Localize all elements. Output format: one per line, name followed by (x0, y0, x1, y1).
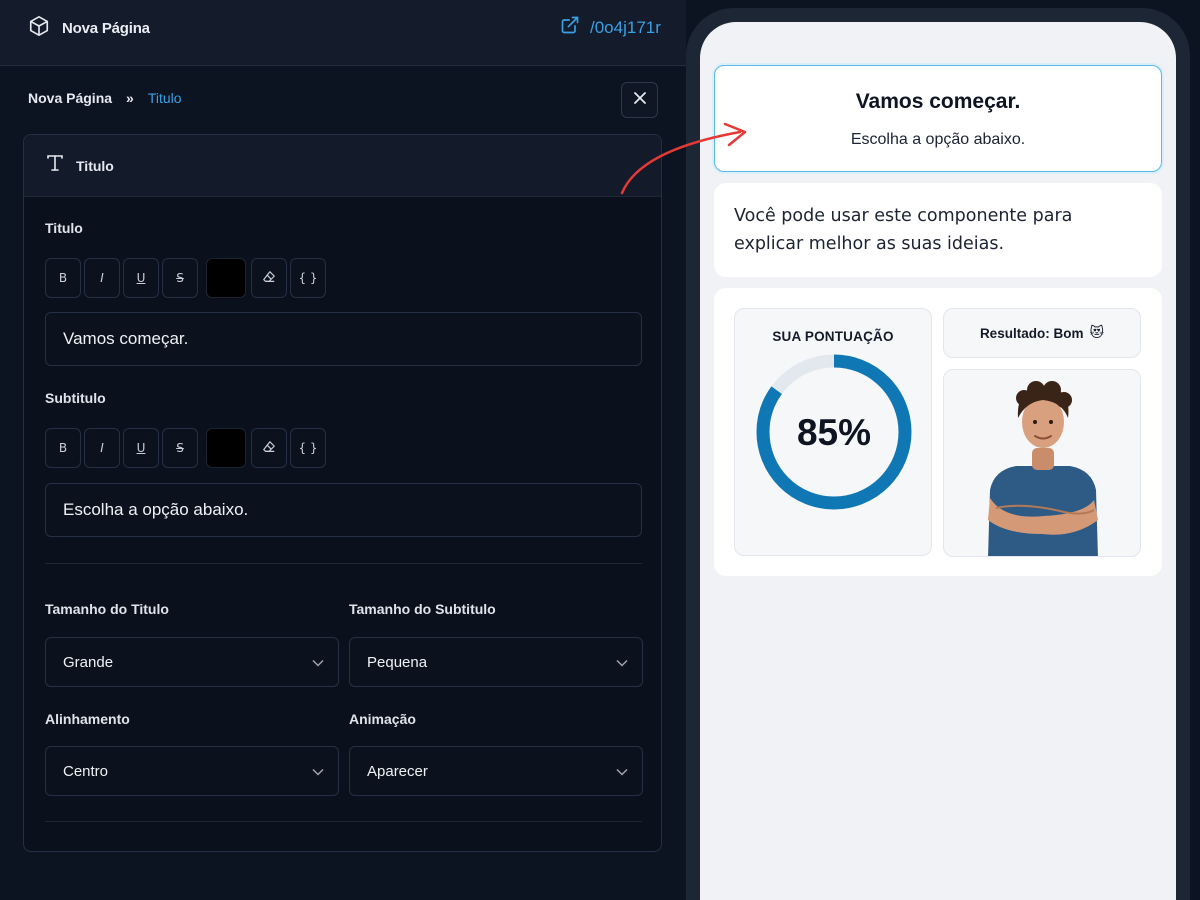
strikethrough-button[interactable]: S (162, 258, 198, 298)
top-bar: Nova Página /0o4j171r (0, 0, 686, 66)
clear-format-button[interactable] (251, 428, 287, 468)
public-link-text[interactable]: /0o4j171r (590, 18, 661, 38)
result-text: Resultado: Bom (979, 325, 1084, 341)
breadcrumb: Nova Página » Titulo (28, 90, 182, 106)
panel-header: Titulo (24, 135, 661, 197)
breadcrumb-current: Titulo (147, 90, 182, 106)
person-image (943, 369, 1141, 557)
title-size-select[interactable]: Grande (45, 637, 339, 687)
cat-heart-eyes-icon: 😻 (1089, 325, 1105, 341)
chevron-down-icon (616, 763, 628, 780)
close-button[interactable] (621, 82, 658, 118)
breadcrumb-root[interactable]: Nova Página (28, 90, 112, 106)
subtitle-field-label: Subtitulo (45, 390, 106, 406)
strikethrough-button[interactable]: S (162, 428, 198, 468)
preview-title-card[interactable]: Vamos começar. Escolha a opção abaixo. (714, 65, 1162, 172)
alignment-value: Centro (63, 762, 109, 780)
phone-preview: Vamos começar. Escolha a opção abaixo. V… (700, 22, 1176, 900)
section-divider (45, 563, 642, 564)
score-value: 85% (797, 412, 871, 453)
subtitle-size-value: Pequena (367, 653, 428, 671)
score-label: SUA PONTUAÇÃO (772, 329, 894, 344)
bold-button[interactable]: B (45, 428, 81, 468)
alignment-select[interactable]: Centro (45, 746, 339, 796)
chevron-down-icon (312, 654, 324, 671)
breadcrumb-separator: » (126, 90, 134, 106)
subtitle-color-picker[interactable] (206, 428, 246, 468)
panel-header-title: Titulo (76, 157, 114, 174)
score-gauge: 85% (756, 354, 912, 510)
subtitle-size-select[interactable]: Pequena (349, 637, 643, 687)
editor-panel: Titulo Titulo B I U S { } Vamos começar.… (23, 134, 662, 852)
title-input[interactable]: Vamos começar. (45, 312, 642, 366)
close-icon (633, 91, 647, 110)
underline-button[interactable]: U (123, 428, 159, 468)
page-brand: Nova Página (28, 15, 150, 42)
animation-label: Animação (349, 711, 416, 727)
alignment-label: Alinhamento (45, 711, 130, 727)
public-link[interactable]: /0o4j171r (560, 15, 661, 40)
animation-value: Aparecer (367, 762, 428, 780)
text-type-icon (46, 154, 64, 177)
bold-button[interactable]: B (45, 258, 81, 298)
section-divider (45, 821, 642, 822)
title-field-label: Titulo (45, 220, 83, 236)
person-illustration (988, 381, 1098, 556)
title-size-value: Grande (63, 653, 114, 671)
page-name: Nova Página (62, 20, 150, 37)
title-color-picker[interactable] (206, 258, 246, 298)
title-format-toolbar: B I U S { } (45, 258, 326, 298)
variable-button[interactable]: { } (290, 428, 326, 468)
cube-icon (28, 15, 50, 42)
preview-title: Vamos começar. (855, 90, 1021, 113)
italic-button[interactable]: I (84, 258, 120, 298)
eraser-icon (262, 270, 276, 287)
title-size-label: Tamanho do Titulo (45, 601, 169, 617)
underline-button[interactable]: U (123, 258, 159, 298)
subtitle-size-label: Tamanho do Subtitulo (349, 601, 496, 617)
preview-text: Você pode usar este componente para expl… (734, 206, 1073, 254)
external-link-icon (560, 15, 580, 40)
variable-button[interactable]: { } (290, 258, 326, 298)
preview-text-card[interactable]: Você pode usar este componente para expl… (714, 183, 1162, 277)
chevron-down-icon (312, 763, 324, 780)
preview-score-card[interactable]: SUA PONTUAÇÃO 85% Resultado: Bom 😻 (714, 288, 1162, 576)
preview-subtitle: Escolha a opção abaixo. (850, 131, 1026, 148)
result-box: Resultado: Bom 😻 (943, 308, 1141, 358)
italic-button[interactable]: I (84, 428, 120, 468)
animation-select[interactable]: Aparecer (349, 746, 643, 796)
score-box: SUA PONTUAÇÃO 85% (734, 308, 932, 556)
clear-format-button[interactable] (251, 258, 287, 298)
eraser-icon (262, 440, 276, 457)
chevron-down-icon (616, 654, 628, 671)
subtitle-format-toolbar: B I U S { } (45, 428, 326, 468)
subtitle-input[interactable]: Escolha a opção abaixo. (45, 483, 642, 537)
